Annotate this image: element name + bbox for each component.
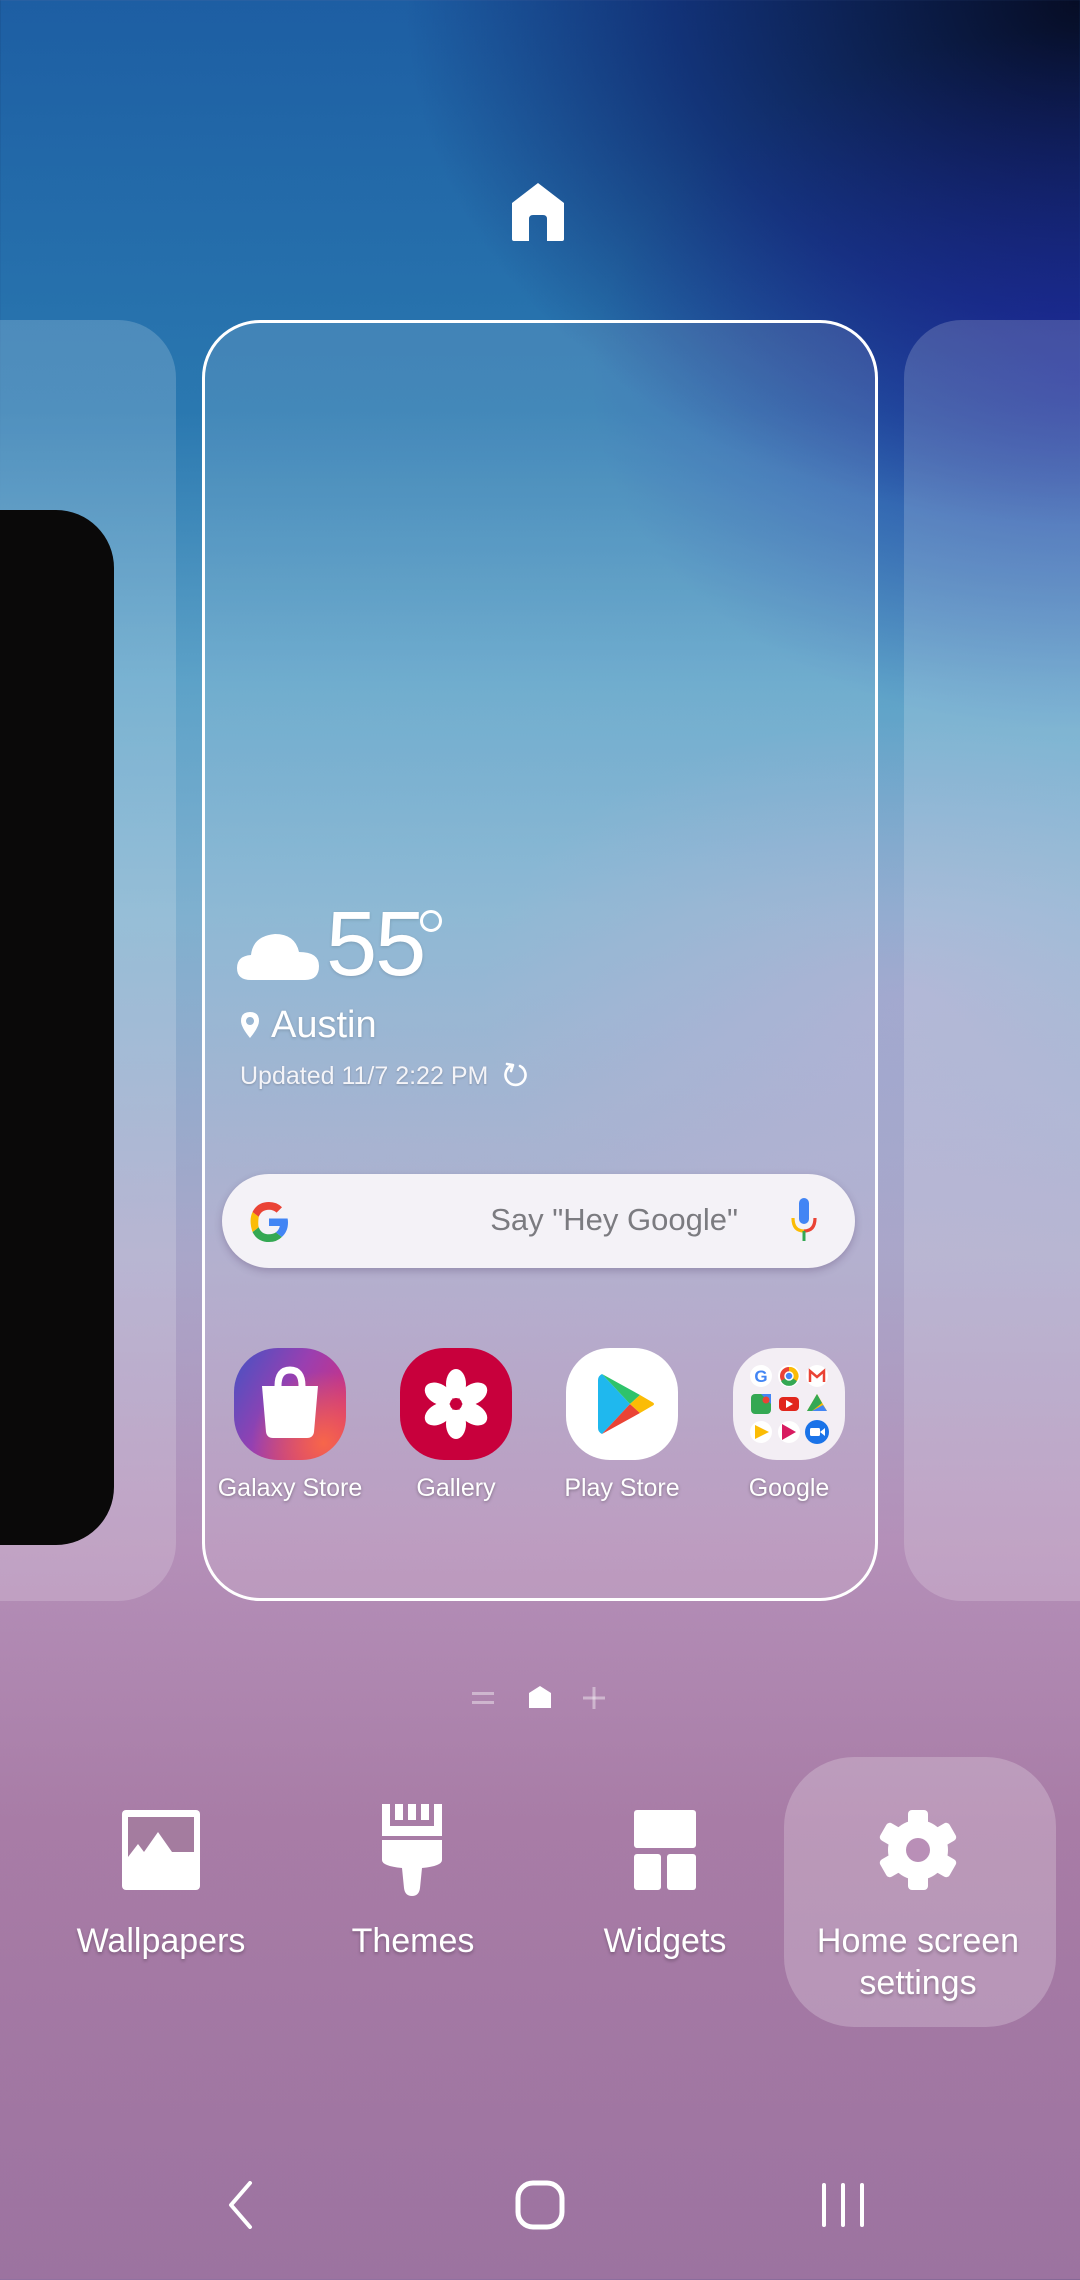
recents-button[interactable] bbox=[793, 2170, 893, 2240]
home-icon[interactable] bbox=[529, 1686, 551, 1708]
paintbrush-icon bbox=[382, 1804, 442, 1896]
flower-icon bbox=[424, 1369, 488, 1439]
svg-text:G: G bbox=[754, 1367, 767, 1386]
mic-icon[interactable] bbox=[791, 1198, 817, 1244]
home-screen-settings-button[interactable]: Home screen settings bbox=[798, 1800, 1038, 2004]
home-icon bbox=[512, 183, 564, 241]
temperature: 55 bbox=[326, 893, 426, 995]
back-button[interactable] bbox=[190, 2170, 290, 2240]
themes-button[interactable]: Themes bbox=[293, 1800, 533, 1962]
app-label: Google bbox=[748, 1474, 830, 1502]
equals-icon[interactable] bbox=[472, 1690, 494, 1706]
back-icon bbox=[229, 2181, 252, 2229]
shopping-bag-icon bbox=[262, 1366, 318, 1438]
refresh-icon[interactable] bbox=[503, 1062, 529, 1088]
google-g-logo bbox=[250, 1202, 288, 1242]
plus-icon[interactable] bbox=[583, 1687, 605, 1709]
wallpapers-button[interactable]: Wallpapers bbox=[41, 1800, 281, 1962]
menu-label: Wallpapers bbox=[76, 1922, 246, 1960]
app-label: Galaxy Store bbox=[217, 1474, 363, 1502]
play-triangle-icon bbox=[598, 1374, 654, 1434]
home-button[interactable] bbox=[490, 2170, 590, 2240]
galaxy-store-icon bbox=[234, 1348, 346, 1460]
menu-label: Widgets bbox=[603, 1922, 727, 1960]
wallpaper-icon bbox=[122, 1810, 200, 1890]
widgets-button[interactable]: Widgets bbox=[545, 1800, 785, 1962]
recents-icon bbox=[822, 2183, 864, 2227]
gear-icon bbox=[879, 1810, 957, 1890]
location-pin-icon bbox=[241, 1012, 259, 1038]
app-play-store[interactable]: Play Store bbox=[539, 1348, 705, 1503]
app-gallery[interactable]: Gallery bbox=[373, 1348, 539, 1503]
app-google-folder[interactable]: G Google bbox=[706, 1348, 872, 1503]
app-label: Gallery bbox=[416, 1474, 496, 1502]
left-page-panel bbox=[0, 510, 114, 1545]
play-store-icon bbox=[566, 1348, 678, 1460]
widgets-icon bbox=[634, 1810, 696, 1890]
gallery-icon bbox=[400, 1348, 512, 1460]
home-button-icon bbox=[515, 2180, 565, 2230]
search-placeholder: Say "Hey Google" bbox=[490, 1202, 738, 1237]
folder-contents: G bbox=[750, 1365, 829, 1444]
app-label: Play Store bbox=[564, 1474, 680, 1502]
weather-updated-time: Updated 11/7 2:22 PM bbox=[240, 1062, 489, 1090]
app-galaxy-store[interactable]: Galaxy Store bbox=[207, 1348, 373, 1503]
menu-label: Home screen settings bbox=[816, 1922, 1020, 2002]
folder-icon: G bbox=[733, 1348, 845, 1460]
menu-label: Themes bbox=[351, 1922, 475, 1960]
degree-symbol bbox=[420, 910, 442, 932]
google-search-bar[interactable]: Say "Hey Google" bbox=[222, 1174, 855, 1268]
weather-city: Austin bbox=[271, 1004, 377, 1046]
right-page-preview[interactable] bbox=[904, 320, 1080, 1601]
cloud-icon bbox=[237, 934, 319, 980]
